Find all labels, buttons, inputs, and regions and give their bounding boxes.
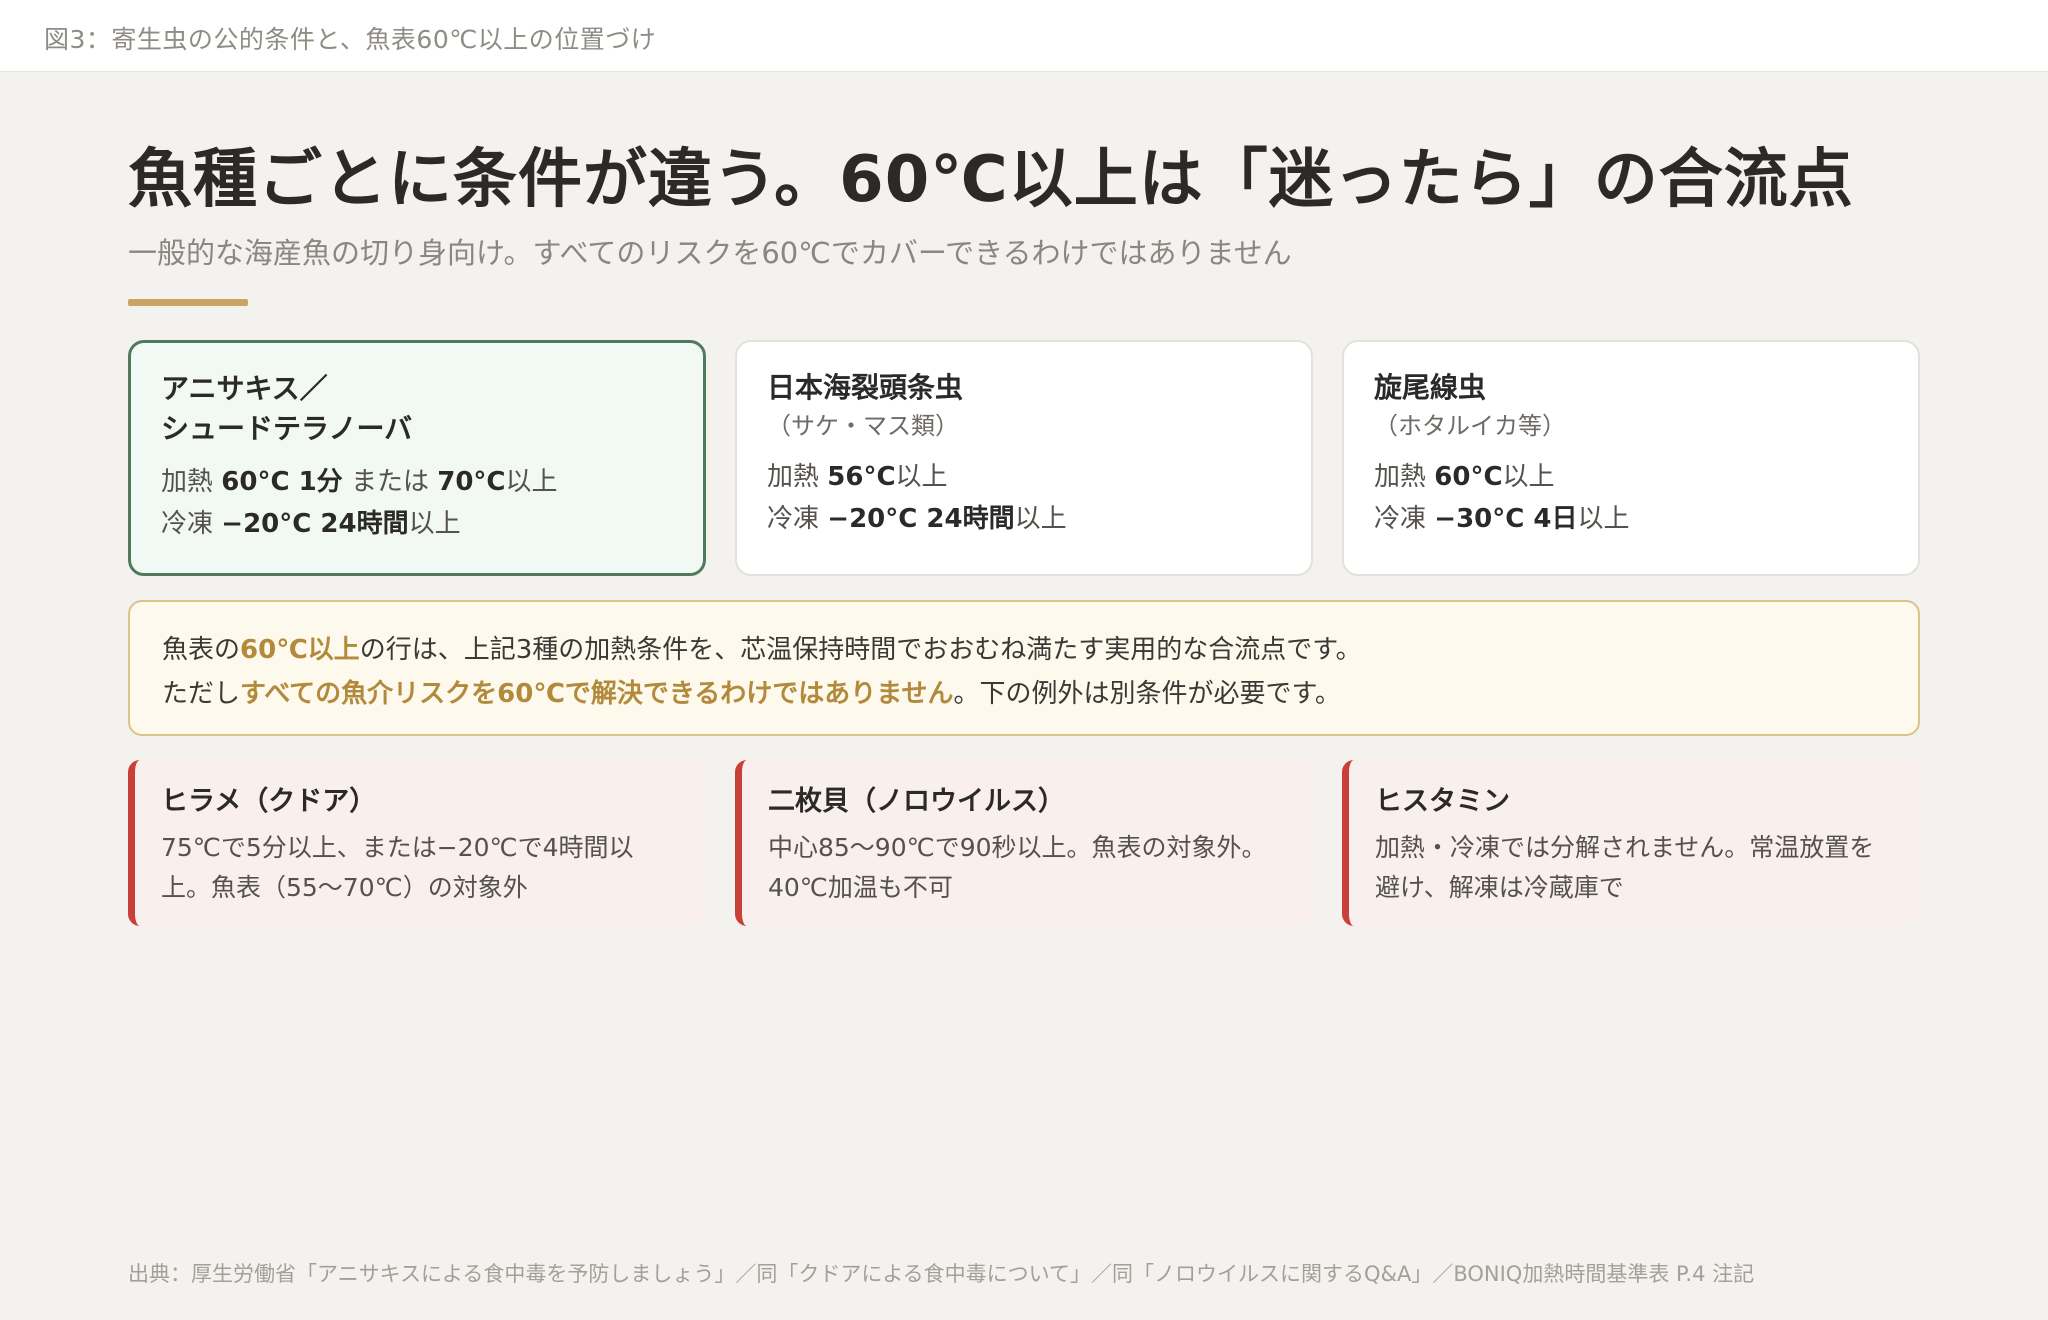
exception-title: ヒラメ（クドア） <box>161 786 377 817</box>
freeze-value: −30°C 4日 <box>1434 504 1578 534</box>
exception-line: 上。魚表（55〜70℃）の対象外 <box>161 873 528 902</box>
heat-condition: 加熱 60°C 1分 または 70°C以上 <box>161 461 673 503</box>
heat-condition: 加熱 60°C以上 <box>1374 456 1888 498</box>
exception-title: ヒスタミン <box>1375 786 1510 817</box>
note-text: ただし <box>162 679 241 709</box>
exception-title: 二枚貝（ノロウイルス） <box>768 786 1065 817</box>
note-line-1: 魚表の60℃以上の行は、上記3種の加熱条件を、芯温保持時間でおおむね満たす実用的… <box>162 628 1886 672</box>
card-title: シュードテラノーバ <box>161 412 413 445</box>
freeze-condition: 冷凍 −20°C 24時間以上 <box>767 498 1281 540</box>
exception-text: 加熱・冷凍では分解されません。常温放置を 避け、解凍は冷蔵庫で <box>1375 828 1896 908</box>
page-subtitle: 一般的な海産魚の切り身向け。すべてのリスクを60℃でカバーできるわけではありませ… <box>128 236 1292 270</box>
note-text: 魚表の <box>162 635 241 665</box>
freeze-condition: 冷凍 −30°C 4日以上 <box>1374 498 1888 540</box>
exception-line: 75℃で5分以上、または−20℃で4時間以 <box>161 833 634 862</box>
card-subtitle: （ホタルイカ等） <box>1374 412 1566 440</box>
note-line-2: ただしすべての魚介リスクを60℃で解決できるわけではありません。下の例外は別条件… <box>162 672 1886 716</box>
card-anisakis: アニサキス／ シュードテラノーバ 加熱 60°C 1分 または 70°C以上 冷… <box>128 340 706 576</box>
figure-caption: 図3：寄生虫の公的条件と、魚表60℃以上の位置づけ <box>44 25 657 54</box>
heat-label: 加熱 <box>161 467 214 497</box>
exception-norovirus: 二枚貝（ノロウイルス） 中心85〜90℃で90秒以上。魚表の対象外。 40℃加温… <box>735 760 1313 926</box>
page-title: 魚種ごとに条件が違う。60℃以上は「迷ったら」の合流点 <box>128 143 1854 217</box>
heat-suffix: 以上 <box>1502 462 1555 492</box>
card-subtitle: （サケ・マス類） <box>767 412 959 440</box>
freeze-condition: 冷凍 −20°C 24時間以上 <box>161 503 673 545</box>
freeze-suffix: 以上 <box>408 509 461 539</box>
parasite-cards: アニサキス／ シュードテラノーバ 加熱 60°C 1分 または 70°C以上 冷… <box>128 340 1920 576</box>
exception-text: 中心85〜90℃で90秒以上。魚表の対象外。 40℃加温も不可 <box>768 828 1289 908</box>
freeze-label: 冷凍 <box>161 509 214 539</box>
freeze-suffix: 以上 <box>1577 504 1630 534</box>
card-title: 日本海裂頭条虫 <box>767 371 964 404</box>
exception-line: 40℃加温も不可 <box>768 873 953 902</box>
freeze-value: −20°C 24時間 <box>221 509 409 539</box>
heat-condition: 加熱 56°C以上 <box>767 456 1281 498</box>
heat-label: 加熱 <box>1374 462 1427 492</box>
exception-line: 加熱・冷凍では分解されません。常温放置を <box>1375 833 1875 862</box>
exception-text: 75℃で5分以上、または−20℃で4時間以 上。魚表（55〜70℃）の対象外 <box>161 828 682 908</box>
exception-kudoa: ヒラメ（クドア） 75℃で5分以上、または−20℃で4時間以 上。魚表（55〜7… <box>128 760 706 926</box>
exception-line: 中心85〜90℃で90秒以上。魚表の対象外。 <box>768 833 1267 862</box>
exception-histamine: ヒスタミン 加熱・冷凍では分解されません。常温放置を 避け、解凍は冷蔵庫で <box>1342 760 1920 926</box>
card-title: 旋尾線虫 <box>1374 371 1487 404</box>
heat-value-alt: 70°C <box>437 467 506 497</box>
freeze-suffix: 以上 <box>1014 504 1067 534</box>
heat-suffix: 以上 <box>895 462 948 492</box>
card-diphyllobothrium: 日本海裂頭条虫 （サケ・マス類） 加熱 56°C以上 冷凍 −20°C 24時間… <box>735 340 1313 576</box>
note-highlight: すべての魚介リスクを60℃で解決できるわけではありません <box>240 679 954 709</box>
note-text: の行は、上記3種の加熱条件を、芯温保持時間でおおむね満たす実用的な合流点です。 <box>359 635 1362 665</box>
exception-cards: ヒラメ（クドア） 75℃で5分以上、または−20℃で4時間以 上。魚表（55〜7… <box>128 760 1920 926</box>
heat-value: 56°C <box>827 462 896 492</box>
freeze-value: −20°C 24時間 <box>827 504 1015 534</box>
exception-line: 避け、解凍は冷蔵庫で <box>1375 873 1624 902</box>
heat-or: または <box>350 467 429 497</box>
source-citation: 出典：厚生労働省「アニサキスによる食中毒を予防しましょう」／同「クドアによる食中… <box>128 1262 1755 1286</box>
heat-value: 60°C <box>1434 462 1503 492</box>
heat-label: 加熱 <box>767 462 820 492</box>
note-text: 。下の例外は別条件が必要です。 <box>953 679 1341 709</box>
freeze-label: 冷凍 <box>767 504 820 534</box>
caption-bar: 図3：寄生虫の公的条件と、魚表60℃以上の位置づけ <box>0 0 2048 72</box>
freeze-label: 冷凍 <box>1374 504 1427 534</box>
card-title: アニサキス／ <box>161 372 328 405</box>
convergence-note: 魚表の60℃以上の行は、上記3種の加熱条件を、芯温保持時間でおおむね満たす実用的… <box>128 600 1920 736</box>
card-spirurina: 旋尾線虫 （ホタルイカ等） 加熱 60°C以上 冷凍 −30°C 4日以上 <box>1342 340 1920 576</box>
heat-suffix: 以上 <box>505 467 558 497</box>
heat-value: 60°C 1分 <box>221 467 343 497</box>
note-highlight: 60℃以上 <box>240 635 360 665</box>
accent-divider <box>128 299 248 306</box>
